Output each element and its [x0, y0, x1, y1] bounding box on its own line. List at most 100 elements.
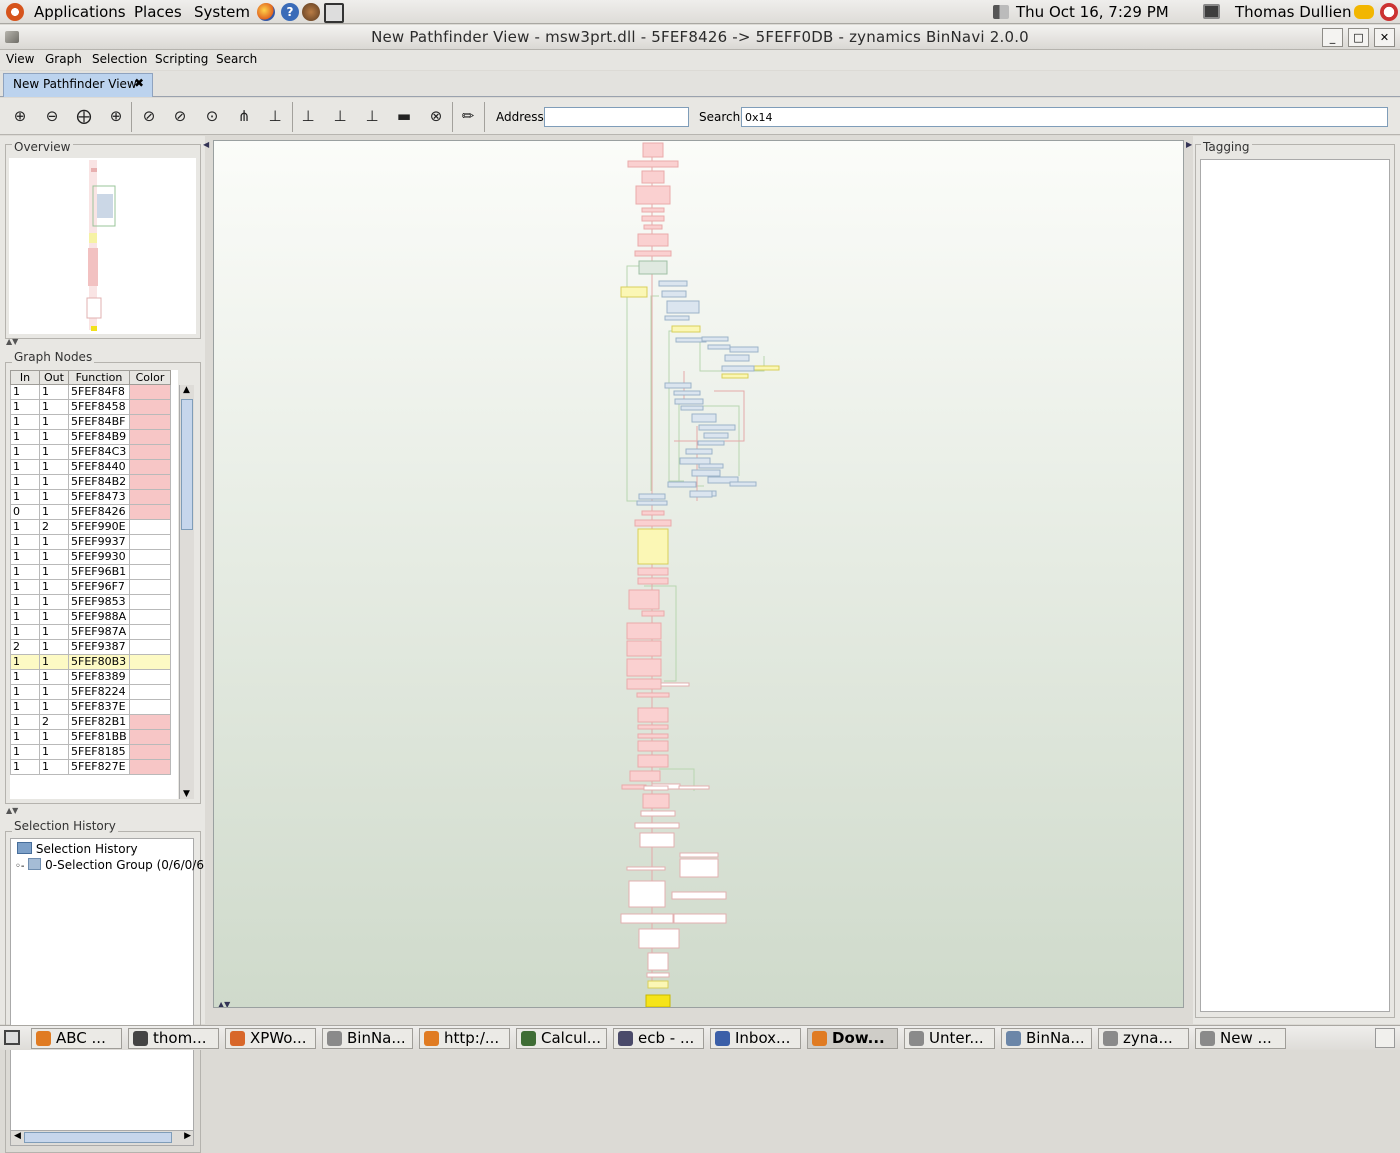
graph-node[interactable]: [721, 373, 749, 379]
color-cell[interactable]: [129, 609, 171, 625]
maximize-button[interactable]: □: [1348, 28, 1369, 47]
menu-scripting[interactable]: Scripting: [155, 52, 208, 66]
color-cell[interactable]: [129, 414, 171, 430]
graph-node[interactable]: [729, 346, 759, 353]
power-icon[interactable]: [1380, 3, 1398, 21]
taskbar-item[interactable]: BinNa...: [322, 1028, 413, 1049]
tagging-tree[interactable]: [1200, 159, 1390, 1012]
scroll-left-icon[interactable]: ◀: [14, 1131, 21, 1141]
clock[interactable]: Thu Oct 16, 7:29 PM: [1016, 3, 1169, 21]
taskbar-item[interactable]: thom...: [128, 1028, 219, 1049]
taskbar-item[interactable]: XPWo...: [225, 1028, 316, 1049]
menu-selection[interactable]: Selection: [92, 52, 147, 66]
minimize-button[interactable]: _: [1322, 28, 1343, 47]
color-cell[interactable]: [129, 594, 171, 610]
graph-node[interactable]: [635, 185, 671, 205]
graph-node[interactable]: [647, 980, 669, 989]
user-name[interactable]: Thomas Dullien: [1235, 3, 1352, 21]
col-in[interactable]: In: [10, 370, 40, 385]
zoom-out-icon[interactable]: ⊖: [41, 107, 63, 127]
graph-node[interactable]: [707, 344, 731, 350]
color-cell[interactable]: [129, 459, 171, 475]
scroll-down-icon[interactable]: ▼: [183, 789, 190, 799]
graph-node[interactable]: [637, 733, 669, 739]
orthogonal-layout-icon[interactable]: ⋔: [233, 107, 255, 127]
table-row[interactable]: 1 1 5FEF81BB: [10, 729, 171, 745]
color-cell[interactable]: [129, 504, 171, 520]
color-cell[interactable]: [129, 744, 171, 760]
graph-node[interactable]: [637, 707, 669, 723]
tree-root-label[interactable]: Selection History: [36, 842, 138, 856]
color-cell[interactable]: [129, 564, 171, 580]
color-bucket-icon[interactable]: ✏: [457, 107, 479, 127]
table-row[interactable]: 1 1 5FEF84B2: [10, 474, 171, 490]
graph-node[interactable]: [646, 972, 670, 978]
graph-node[interactable]: [642, 793, 670, 809]
table-row[interactable]: 1 1 5FEF96F7: [10, 579, 171, 595]
graph-node[interactable]: [691, 413, 717, 423]
table-row[interactable]: 1 2 5FEF990E: [10, 519, 171, 535]
graph-node[interactable]: [634, 250, 672, 257]
system-menu[interactable]: System: [194, 3, 250, 21]
color-cell[interactable]: [129, 759, 171, 775]
table-row[interactable]: 1 1 5FEF84F8: [10, 384, 171, 400]
graph-node[interactable]: [698, 424, 736, 431]
table-row[interactable]: 0 1 5FEF8426: [10, 504, 171, 520]
graph-node[interactable]: [641, 510, 665, 516]
col-out[interactable]: Out: [39, 370, 69, 385]
taskbar-item[interactable]: Unter...: [904, 1028, 995, 1049]
menu-search[interactable]: Search: [216, 52, 257, 66]
color-cell[interactable]: [129, 519, 171, 535]
table-row[interactable]: 1 1 5FEF84B9: [10, 429, 171, 445]
graph-node[interactable]: [621, 784, 647, 790]
table-row[interactable]: 2 1 5FEF9387: [10, 639, 171, 655]
network-icon[interactable]: [1203, 4, 1220, 19]
taskbar-item[interactable]: ABC ...: [31, 1028, 122, 1049]
color-cell[interactable]: [129, 699, 171, 715]
graph-node[interactable]: [685, 448, 713, 455]
color-cell[interactable]: [129, 579, 171, 595]
taskbar-item[interactable]: New ...: [1195, 1028, 1286, 1049]
select-tree-icon[interactable]: ⊥: [297, 107, 319, 127]
color-cell[interactable]: [129, 669, 171, 685]
scroll-up-icon[interactable]: ▲: [183, 385, 190, 395]
table-row[interactable]: 1 1 5FEF96B1: [10, 564, 171, 580]
help-icon[interactable]: ?: [281, 3, 299, 21]
graph-canvas[interactable]: ▲▼: [213, 140, 1184, 1008]
taskbar-item[interactable]: BinNa...: [1001, 1028, 1092, 1049]
graph-node[interactable]: [667, 481, 697, 488]
lock-magnifier-icon[interactable]: ⊘: [169, 107, 191, 127]
graph-node[interactable]: [750, 365, 780, 371]
magnifier-mode-icon[interactable]: ⊘: [138, 107, 160, 127]
taskbar-item[interactable]: ecb - ...: [613, 1028, 704, 1049]
color-cell[interactable]: [129, 534, 171, 550]
graph-node[interactable]: [701, 336, 729, 342]
graph-node[interactable]: [647, 952, 669, 971]
graph-node[interactable]: [627, 160, 679, 168]
taskbar-item[interactable]: http:/...: [419, 1028, 510, 1049]
color-cell[interactable]: [129, 714, 171, 730]
taskbar-item[interactable]: Dow...: [807, 1028, 898, 1049]
graph-node[interactable]: [626, 658, 662, 677]
color-cell[interactable]: [129, 729, 171, 745]
delete-nodes-icon[interactable]: ⊗: [425, 107, 447, 127]
horizontal-scrollbar[interactable]: ◀ ▶: [11, 1130, 193, 1145]
taskbar-item[interactable]: zyna...: [1098, 1028, 1189, 1049]
table-row[interactable]: 1 1 5FEF84BF: [10, 414, 171, 430]
table-row[interactable]: 1 1 5FEF8473: [10, 489, 171, 505]
places-menu[interactable]: Places: [134, 3, 182, 21]
zoom-in-icon[interactable]: ⊕: [9, 107, 31, 127]
graph-node[interactable]: [626, 622, 662, 640]
graph-node[interactable]: [671, 891, 727, 900]
taskbar-item[interactable]: Inbox...: [710, 1028, 801, 1049]
table-row[interactable]: 1 1 5FEF8389: [10, 669, 171, 685]
graph-node[interactable]: [637, 740, 669, 752]
tree-expand-icon[interactable]: ◦-: [15, 861, 25, 872]
graph-node[interactable]: [691, 469, 721, 477]
circular-layout-icon[interactable]: ⊙: [201, 107, 223, 127]
graph-node[interactable]: [673, 913, 727, 924]
graph-node[interactable]: [637, 724, 669, 730]
firefox-launcher-icon[interactable]: [257, 3, 275, 21]
window-titlebar[interactable]: New Pathfinder View - msw3prt.dll - 5FEF…: [0, 25, 1400, 50]
color-cell[interactable]: [129, 444, 171, 460]
